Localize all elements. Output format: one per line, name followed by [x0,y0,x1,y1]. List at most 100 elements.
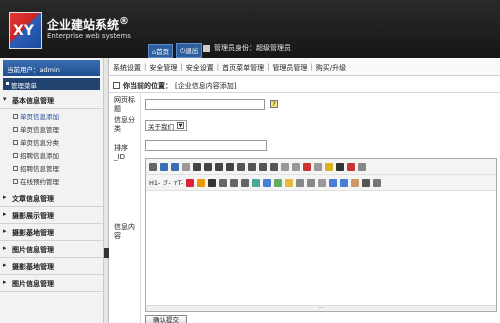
subscript-icon[interactable] [281,162,289,171]
breadcrumb-path: [企业信息内容添加] [175,81,237,90]
title-input[interactable] [145,99,265,110]
bullet-icon [6,82,9,85]
remove-icon[interactable] [347,162,355,171]
select-all-icon[interactable] [314,162,322,171]
font-color-icon[interactable] [186,178,195,187]
anchor-icon[interactable] [351,178,360,187]
main-content: 系统设置 | 安全管理 | 安全设置 | 首页菜单管理 | 管理员管理 | 购买/升级 你… [109,58,500,323]
section-article[interactable]: 文章信息管理 [0,190,103,207]
logout-button-label: 退出 [185,47,199,55]
strikethrough-icon[interactable] [241,178,250,187]
font-size-select[interactable]: ᴛT- [174,179,184,187]
category-value: 关于我们 [148,122,174,131]
menu-title-bar: 管理菜单 [3,78,100,90]
logout-button[interactable]: ⏻退出 [176,43,203,58]
nav-system-settings[interactable]: 系统设置 [113,63,141,72]
table-icon[interactable] [296,178,305,187]
image-icon[interactable] [252,178,261,187]
header-links: ⌂首页 ⏻退出 [148,43,203,58]
chevron-down-icon: ▼ [177,122,184,129]
sidebar-item-booking-manage[interactable]: 在线预约管理 [0,174,103,187]
outdent-icon[interactable] [270,162,278,171]
section-photo-base[interactable]: 摄影基地管理 [0,224,103,241]
user-icon [203,44,210,52]
section-image-info[interactable]: 图片信息管理 [0,241,103,258]
nav-security-settings[interactable]: 安全设置 [186,63,214,72]
home-button[interactable]: ⌂首页 [148,43,174,58]
editor-toolbar-1 [146,159,496,175]
clear-format-icon[interactable] [303,162,311,171]
help-icon[interactable]: ? [270,100,278,108]
bullet-list-icon[interactable] [248,162,256,171]
app-subtitle: Enterprise web systems [47,32,131,40]
nav-security-manage[interactable]: 安全管理 [149,63,177,72]
top-nav: 系统设置 | 安全管理 | 安全设置 | 首页菜单管理 | 管理员管理 | 购买/升级 [109,58,500,76]
unlink-icon[interactable] [340,178,349,187]
sidebar-item-single-page-category[interactable]: 单页信息分类 [0,135,103,148]
redo-icon[interactable] [171,162,179,171]
breadcrumb-prefix: 你当前的位置： [123,81,172,90]
editor-resize-handle[interactable]: ⋯ [146,305,496,311]
bg-color-icon[interactable] [197,178,206,187]
sidebar-item-job-manage[interactable]: 招聘信息管理 [0,161,103,174]
home-button-label: 首页 [156,47,170,56]
media-icon[interactable] [274,178,283,187]
heading-select[interactable]: H1- [149,179,160,187]
pagebreak-icon[interactable] [362,178,371,187]
category-label: 信息分类 [114,116,135,133]
sort-id-input[interactable] [145,140,267,151]
indent-icon[interactable] [259,162,267,171]
nav-admin-manage[interactable]: 管理员管理 [272,63,307,72]
logo-text: XY [13,23,34,39]
underline-icon[interactable] [230,178,239,187]
sort-label: 排序_ID [114,144,128,161]
align-center-icon[interactable] [204,162,212,171]
flash-icon[interactable] [263,178,272,187]
ordered-list-icon[interactable] [237,162,245,171]
app-title-text: 企业建站系统 [47,18,120,32]
superscript-icon[interactable] [292,162,300,171]
editor-toolbar-2: H1- ℱ- ᴛT- [146,175,496,191]
source-icon[interactable] [149,162,157,171]
section-image-info-2[interactable]: 图片信息管理 [0,275,103,292]
section-basic-info[interactable]: 基本信息管理 [0,92,103,109]
undo-icon[interactable] [160,162,168,171]
nav-purchase-upgrade[interactable]: 购买/升级 [316,63,346,72]
link-icon[interactable] [329,178,338,187]
font-select[interactable]: ℱ- [163,179,170,187]
registered-mark: ® [119,16,130,27]
map-icon[interactable] [318,178,327,187]
fullscreen-icon[interactable] [358,162,366,171]
code-icon[interactable] [373,178,382,187]
justify-icon[interactable] [226,162,234,171]
app-title: 企业建站系统® [47,16,129,33]
italic-icon[interactable] [219,178,228,187]
user-role-text: 管理员身份：超级管理员 [214,44,291,52]
align-left-icon[interactable] [193,162,201,171]
bold-icon-2[interactable] [208,178,217,187]
rich-text-editor[interactable]: H1- ℱ- ᴛT- ⋯ [145,158,497,312]
preview-icon[interactable] [182,162,190,171]
nav-home-menu[interactable]: 首页菜单管理 [222,63,264,72]
sidebar-item-single-page-add[interactable]: 单页信息添加 [0,109,103,122]
content-label: 信息内容 [114,223,135,240]
highlight-icon[interactable] [325,162,333,171]
section-photo-base-2[interactable]: 摄影基地管理 [0,258,103,275]
emoticon-icon[interactable] [285,178,294,187]
sidebar: 当前用户：admin 管理菜单 基本信息管理 单页信息添加 单页信息管理 单页信… [0,58,104,323]
sidebar-item-job-add[interactable]: 招聘信息添加 [0,148,103,161]
breadcrumb: 你当前的位置： [企业信息内容添加] [109,79,500,93]
current-user-box: 当前用户：admin [3,60,100,76]
submit-button[interactable]: 确认提交 [145,315,187,323]
bold-icon[interactable] [336,162,344,171]
user-role: 管理员身份：超级管理员 [203,43,291,53]
menu-title: 管理菜单 [11,82,37,90]
sidebar-item-single-page-manage[interactable]: 单页信息管理 [0,122,103,135]
title-label: 网页标题 [114,96,135,113]
align-right-icon[interactable] [215,162,223,171]
category-select[interactable]: 关于我们 ▼ [145,120,187,131]
hr-icon[interactable] [307,178,316,187]
section-photo-show[interactable]: 摄影展示管理 [0,207,103,224]
form-divider [140,94,141,323]
checkbox-icon [113,82,120,89]
